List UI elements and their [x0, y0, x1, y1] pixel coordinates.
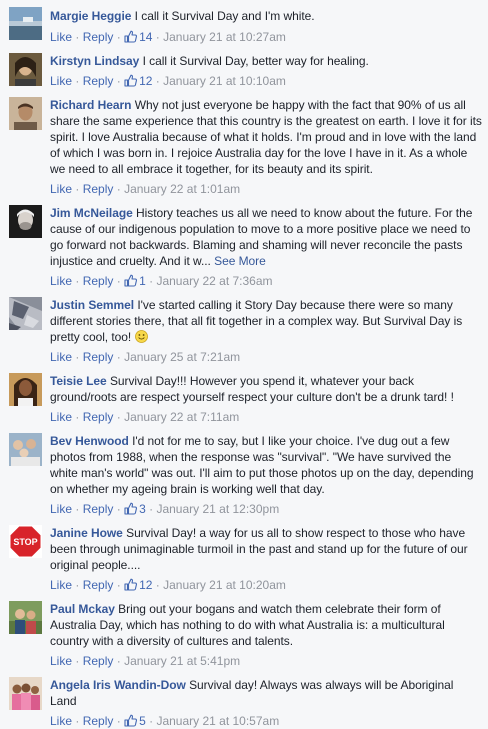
comment-timestamp[interactable]: January 21 at 10:27am — [163, 30, 286, 44]
avatar-portrait-icon — [9, 97, 42, 130]
comment-actions: Like · Reply · 3 · January 21 at 12:30pm — [50, 502, 280, 516]
reply-link[interactable]: Reply — [83, 578, 114, 592]
comment-author[interactable]: Angela Iris Wandin-Dow — [50, 678, 186, 692]
comment-timestamp[interactable]: January 21 at 10:57am — [156, 714, 279, 728]
comment-timestamp[interactable]: January 22 at 7:36am — [156, 274, 272, 288]
comment-author[interactable]: Bev Henwood — [50, 434, 129, 448]
thumbs-up-icon — [124, 714, 138, 727]
comment-timestamp[interactable]: January 22 at 1:01am — [124, 182, 240, 196]
smiley-emoji-icon — [134, 330, 148, 343]
comment-author[interactable]: Jim McNeilage — [50, 206, 133, 220]
reply-link[interactable]: Reply — [83, 74, 114, 88]
comment-author[interactable]: Paul Mckay — [50, 602, 115, 616]
comment-timestamp[interactable]: January 21 at 10:10am — [163, 74, 286, 88]
comment-actions: Like · Reply · 12 · January 21 at 10:20a… — [50, 578, 286, 592]
comment-author[interactable]: Teisie Lee — [50, 374, 107, 388]
stop-sign-text: STOP — [13, 537, 37, 547]
reply-link[interactable]: Reply — [83, 30, 114, 44]
see-more-link[interactable]: See More — [214, 254, 266, 268]
thumbs-up-icon — [124, 30, 138, 43]
like-link[interactable]: Like — [50, 502, 72, 516]
avatar-portrait-icon — [9, 373, 42, 406]
avatar[interactable] — [9, 53, 42, 86]
like-link[interactable]: Like — [50, 30, 72, 44]
comment-author[interactable]: Richard Hearn — [50, 98, 131, 112]
like-count[interactable]: 3 — [124, 502, 146, 516]
reply-link[interactable]: Reply — [83, 410, 114, 424]
like-link[interactable]: Like — [50, 274, 72, 288]
comment-feed: Margie Heggie I call it Survival Day and… — [0, 0, 488, 729]
avatar-group-icon — [9, 677, 42, 710]
comment-actions: Like · Reply · 5 · January 21 at 10:57am — [50, 714, 280, 728]
reply-link[interactable]: Reply — [83, 502, 114, 516]
comment-text: I call it Survival Day and I'm white. — [134, 9, 315, 23]
thumbs-up-icon — [124, 502, 138, 515]
thumbs-up-icon — [124, 578, 138, 591]
like-count[interactable]: 12 — [124, 578, 152, 592]
like-link[interactable]: Like — [50, 410, 72, 424]
comment-text: Survival Day!!! However you spend it, wh… — [50, 374, 454, 404]
avatar-landscape-icon — [9, 7, 42, 40]
comment-author[interactable]: Justin Semmel — [50, 298, 134, 312]
avatar-artwork-icon — [9, 297, 42, 330]
avatar-dark-portrait-icon — [9, 205, 42, 238]
avatar[interactable] — [9, 677, 42, 710]
comment-text: I call it Survival Day, better way for h… — [142, 54, 369, 68]
avatar-portrait-icon — [9, 53, 42, 86]
comment-actions: Like · Reply · 14 · January 21 at 10:27a… — [50, 30, 286, 44]
comment-actions: Like · Reply · January 21 at 5:41pm — [50, 654, 241, 668]
reply-link[interactable]: Reply — [83, 350, 114, 364]
avatar[interactable] — [9, 601, 42, 634]
like-count[interactable]: 1 — [124, 274, 146, 288]
comment-actions: Like · Reply · 1 · January 22 at 7:36am — [50, 274, 273, 288]
comment-author[interactable]: Margie Heggie — [50, 9, 131, 23]
reply-link[interactable]: Reply — [83, 714, 114, 728]
avatar[interactable]: STOP — [9, 525, 42, 558]
like-link[interactable]: Like — [50, 182, 72, 196]
like-count[interactable]: 12 — [124, 74, 152, 88]
reply-link[interactable]: Reply — [83, 274, 114, 288]
avatar-group-icon — [9, 433, 42, 466]
thumbs-up-icon — [124, 274, 138, 287]
comment-actions: Like · Reply · January 25 at 7:21am — [50, 350, 241, 364]
thumbs-up-icon — [124, 74, 138, 87]
comment-timestamp[interactable]: January 22 at 7:11am — [124, 410, 239, 424]
avatar-couple-icon — [9, 601, 42, 634]
like-count[interactable]: 5 — [124, 714, 146, 728]
comment-author[interactable]: Kirstyn Lindsay — [50, 54, 139, 68]
like-link[interactable]: Like — [50, 74, 72, 88]
comment-timestamp[interactable]: January 21 at 5:41pm — [124, 654, 240, 668]
comment-actions: Like · Reply · January 22 at 1:01am — [50, 182, 241, 196]
comment-actions: Like · Reply · 12 · January 21 at 10:10a… — [50, 74, 286, 88]
reply-link[interactable]: Reply — [83, 654, 114, 668]
like-link[interactable]: Like — [50, 654, 72, 668]
comment-timestamp[interactable]: January 21 at 12:30pm — [156, 502, 279, 516]
avatar[interactable] — [9, 7, 42, 40]
avatar[interactable] — [9, 297, 42, 330]
comment-timestamp[interactable]: January 21 at 10:20am — [163, 578, 286, 592]
stop-sign-icon: STOP — [9, 525, 42, 558]
like-link[interactable]: Like — [50, 350, 72, 364]
avatar[interactable] — [9, 205, 42, 238]
avatar[interactable] — [9, 433, 42, 466]
comment-actions: Like · Reply · January 22 at 7:11am — [50, 410, 240, 424]
avatar[interactable] — [9, 97, 42, 130]
reply-link[interactable]: Reply — [83, 182, 114, 196]
comment-author[interactable]: Janine Howe — [50, 526, 123, 540]
comment-timestamp[interactable]: January 25 at 7:21am — [124, 350, 240, 364]
avatar[interactable] — [9, 373, 42, 406]
like-count[interactable]: 14 — [124, 30, 152, 44]
like-link[interactable]: Like — [50, 578, 72, 592]
like-link[interactable]: Like — [50, 714, 72, 728]
